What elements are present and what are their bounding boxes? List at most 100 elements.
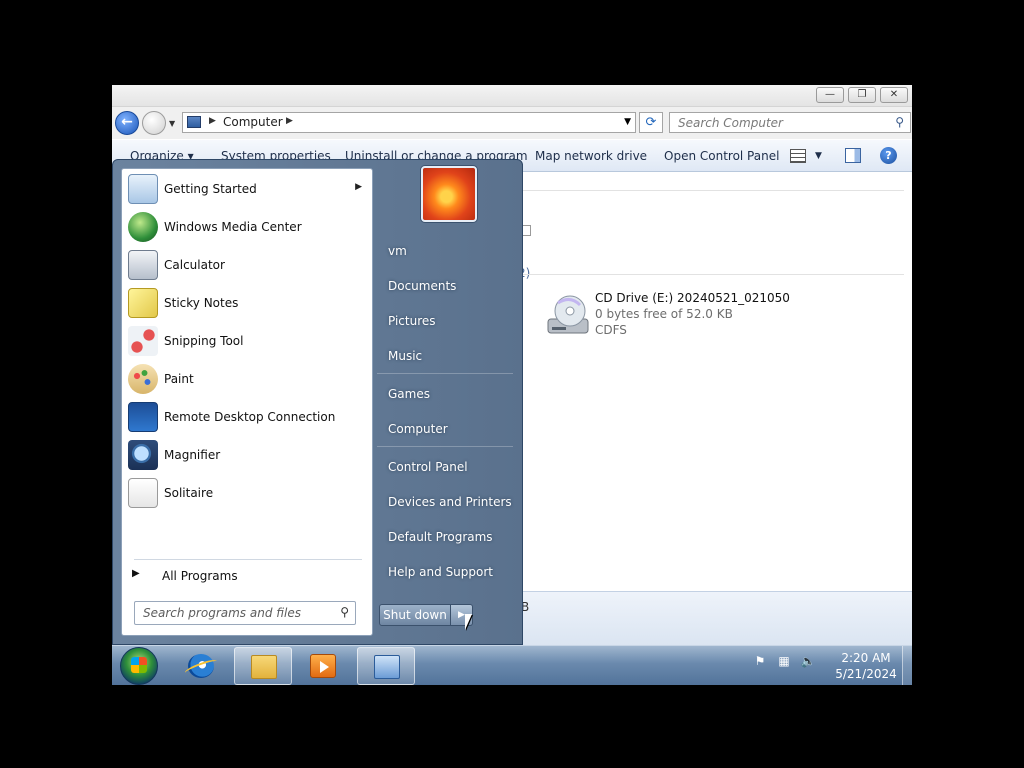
view-dropdown-icon[interactable]: ▼	[815, 151, 822, 161]
user-picture[interactable]	[421, 166, 477, 222]
start-search-placeholder: Search programs and files	[143, 606, 301, 620]
program-item[interactable]: Remote Desktop Connection	[124, 399, 372, 435]
window-titlebar[interactable]: — ❐ ✕	[112, 85, 912, 107]
clock[interactable]: 2:20 AM 5/21/2024	[824, 650, 908, 682]
internet-explorer-icon	[188, 654, 214, 678]
snipping-tool-icon	[128, 326, 158, 356]
minimize-button[interactable]: —	[816, 87, 844, 103]
refresh-button[interactable]: ⟳	[639, 112, 663, 133]
shut-down-button[interactable]: Shut down	[379, 604, 451, 626]
recent-pages-dropdown[interactable]: ▼	[169, 119, 175, 128]
group-checkbox[interactable]	[522, 225, 531, 236]
divider	[134, 559, 362, 560]
address-row: ← ▼ ▶ Computer ▶ ▼ ⟳ Search Computer ⚲	[112, 107, 912, 139]
program-item[interactable]: Windows Media Center	[124, 209, 372, 245]
program-label: Calculator	[164, 258, 225, 272]
action-center-flag-icon[interactable]: ⚑	[752, 654, 768, 670]
solitaire-icon	[128, 478, 158, 508]
start-menu-link[interactable]: Devices and Printers	[388, 489, 518, 517]
taskbar: ⚑ ▦ 🔈 2:20 AM 5/21/2024	[112, 645, 912, 685]
start-menu-link[interactable]: Computer	[388, 416, 518, 444]
start-menu-link[interactable]: vm	[388, 238, 518, 266]
taskbar-media-player[interactable]	[294, 647, 352, 685]
program-item[interactable]: Magnifier	[124, 437, 372, 473]
divider	[377, 446, 513, 447]
address-dropdown-icon[interactable]: ▼	[624, 117, 631, 127]
group-divider	[522, 274, 904, 275]
breadcrumb-chevron-icon[interactable]: ▶	[286, 116, 293, 126]
change-view-icon[interactable]	[790, 149, 806, 163]
program-item[interactable]: Calculator	[124, 247, 372, 283]
all-programs-button[interactable]: ▶ All Programs	[130, 565, 366, 589]
clock-date: 5/21/2024	[835, 667, 897, 681]
start-menu-link-label: Devices and Printers	[388, 495, 512, 509]
back-arrow-icon: ←	[121, 114, 133, 130]
restore-button[interactable]: ❐	[848, 87, 876, 103]
map-network-drive-button[interactable]: Map network drive	[535, 149, 647, 163]
program-label: Getting Started	[164, 182, 257, 196]
forward-button[interactable]	[142, 111, 166, 135]
start-menu-link[interactable]: Music	[388, 343, 518, 371]
address-bar[interactable]: ▶ Computer ▶ ▼	[182, 112, 636, 133]
search-input[interactable]: Search Computer ⚲	[669, 112, 911, 133]
submenu-arrow-icon[interactable]: ▶	[355, 182, 362, 192]
start-menu-link[interactable]: Pictures	[388, 308, 518, 336]
group-divider	[522, 190, 904, 191]
drive-filesystem: CDFS	[595, 323, 627, 337]
restore-icon: ❐	[857, 89, 867, 100]
notification-area: ⚑ ▦ 🔈	[752, 654, 816, 670]
breadcrumb-computer[interactable]: Computer	[223, 115, 283, 129]
start-menu-link-label: Control Panel	[388, 460, 468, 474]
drive-free-space: 0 bytes free of 52.0 KB	[595, 307, 733, 321]
remote-desktop-icon	[128, 402, 158, 432]
minimize-icon: —	[825, 89, 835, 100]
start-menu-link-label: Music	[388, 349, 423, 363]
cd-drive-icon[interactable]	[544, 293, 592, 339]
start-search-input[interactable]: Search programs and files ⚲	[134, 601, 356, 625]
media-player-icon	[310, 654, 336, 678]
start-menu-link[interactable]: Help and Support	[388, 559, 518, 587]
program-label: Sticky Notes	[164, 296, 239, 310]
start-button[interactable]	[120, 647, 158, 685]
program-label: Paint	[164, 372, 194, 386]
program-item[interactable]: Paint	[124, 361, 372, 397]
desktop-screen: — ❐ ✕ ← ▼ ▶ Computer ▶ ▼ ⟳ Search Comput…	[112, 85, 912, 685]
taskbar-windows-explorer[interactable]	[234, 647, 292, 685]
taskbar-internet-explorer[interactable]	[172, 647, 230, 685]
taskbar-control-panel[interactable]	[357, 647, 415, 685]
control-panel-icon	[374, 655, 400, 679]
clock-time: 2:20 AM	[841, 651, 891, 665]
program-label: Snipping Tool	[164, 334, 244, 348]
program-item[interactable]: Sticky Notes	[124, 285, 372, 321]
back-button[interactable]: ←	[115, 111, 139, 135]
show-desktop-button[interactable]	[902, 646, 912, 685]
program-item[interactable]: Snipping Tool	[124, 323, 372, 359]
start-menu-link[interactable]: Control Panel	[388, 454, 518, 482]
start-menu-link[interactable]: Default Programs	[388, 524, 518, 552]
search-icon: ⚲	[340, 605, 349, 619]
calculator-icon	[128, 250, 158, 280]
search-placeholder: Search Computer	[678, 116, 783, 130]
start-menu-link[interactable]: Documents	[388, 273, 518, 301]
close-button[interactable]: ✕	[880, 87, 908, 103]
breadcrumb-chevron-icon[interactable]: ▶	[209, 116, 216, 126]
all-programs-label: All Programs	[162, 569, 238, 583]
search-icon[interactable]: ⚲	[895, 115, 904, 129]
close-icon: ✕	[889, 89, 899, 100]
program-list: Getting Started ▶ Windows Media Center Calc…	[121, 168, 373, 636]
paint-icon	[128, 364, 158, 394]
network-icon[interactable]: ▦	[776, 654, 792, 670]
all-programs-arrow-icon: ▶	[132, 568, 140, 579]
mouse-cursor-icon	[465, 614, 472, 630]
divider	[377, 373, 513, 374]
program-label: Remote Desktop Connection	[164, 410, 336, 424]
media-center-icon	[128, 212, 158, 242]
open-control-panel-button[interactable]: Open Control Panel	[664, 149, 779, 163]
program-item[interactable]: Getting Started ▶	[124, 171, 372, 207]
volume-icon[interactable]: 🔈	[800, 654, 816, 670]
drive-title[interactable]: CD Drive (E:) 20240521_021050	[595, 291, 790, 305]
preview-pane-icon[interactable]	[845, 148, 861, 163]
help-icon[interactable]: ?	[880, 147, 897, 164]
start-menu-link[interactable]: Games	[388, 381, 518, 409]
program-item[interactable]: Solitaire	[124, 475, 372, 511]
